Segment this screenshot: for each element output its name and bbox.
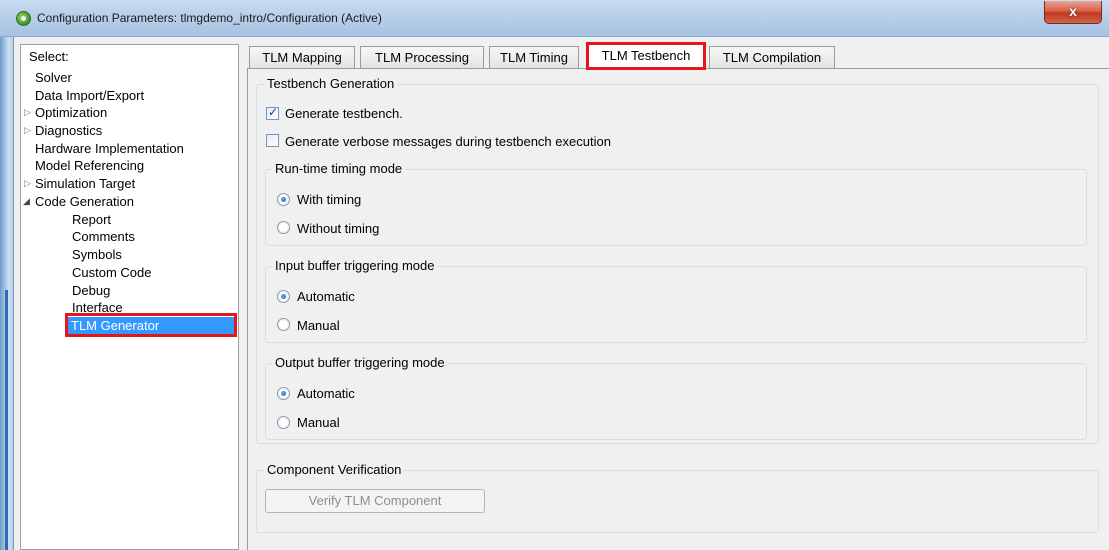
tab-tlm-timing[interactable]: TLM Timing [489, 46, 579, 68]
title-bar[interactable]: Configuration Parameters: tlmgdemo_intro… [0, 0, 1109, 37]
tab-tlm-testbench[interactable]: TLM Testbench [586, 42, 706, 70]
with-timing-radio[interactable] [277, 193, 290, 206]
tab-tlm-compilation[interactable]: TLM Compilation [709, 46, 835, 68]
tree-item-report[interactable]: Report [72, 211, 111, 228]
chevron-right-icon[interactable]: ▷ [24, 104, 31, 121]
tree-item-hardware-implementation[interactable]: Hardware Implementation [35, 140, 184, 157]
output-automatic-radio[interactable] [277, 387, 290, 400]
close-button[interactable]: x [1044, 1, 1102, 24]
app-icon [16, 11, 31, 26]
without-timing-label: Without timing [297, 221, 380, 236]
verbose-messages-checkbox[interactable] [266, 134, 279, 147]
runtime-timing-group [265, 169, 1087, 246]
input-automatic-label: Automatic [297, 289, 355, 304]
tree-item-symbols[interactable]: Symbols [72, 246, 122, 263]
output-buffer-group [265, 363, 1087, 440]
tab-tlm-mapping[interactable]: TLM Mapping [249, 46, 355, 68]
generate-testbench-label: Generate testbench. [285, 106, 403, 121]
tree-item-custom-code[interactable]: Custom Code [72, 264, 151, 281]
tree-item-diagnostics[interactable]: Diagnostics [35, 122, 102, 139]
input-buffer-group [265, 266, 1087, 343]
tab-tlm-processing[interactable]: TLM Processing [360, 46, 484, 68]
input-buffer-title: Input buffer triggering mode [272, 258, 438, 273]
tree-item-data-import-export[interactable]: Data Import/Export [35, 87, 144, 104]
output-manual-label: Manual [297, 415, 340, 430]
window-left-border [0, 0, 14, 550]
input-manual-label: Manual [297, 318, 340, 333]
verify-tlm-component-button[interactable]: Verify TLM Component [265, 489, 485, 513]
output-automatic-label: Automatic [297, 386, 355, 401]
tree-item-comments[interactable]: Comments [72, 228, 135, 245]
output-manual-radio[interactable] [277, 416, 290, 429]
with-timing-label: With timing [297, 192, 362, 207]
testbench-generation-title: Testbench Generation [264, 76, 398, 91]
generate-testbench-checkbox[interactable] [266, 105, 279, 120]
input-manual-radio[interactable] [277, 318, 290, 331]
verbose-messages-label: Generate verbose messages during testben… [285, 134, 611, 149]
chevron-right-icon[interactable]: ▷ [24, 175, 31, 192]
window-title: Configuration Parameters: tlmgdemo_intro… [37, 11, 382, 25]
tree-item-solver[interactable]: Solver [35, 69, 72, 86]
tree-item-model-referencing[interactable]: Model Referencing [35, 157, 144, 174]
input-automatic-radio[interactable] [277, 290, 290, 303]
tree-header: Select: [29, 49, 69, 64]
window-left-accent [5, 290, 8, 550]
chevron-down-icon[interactable]: ◢ [23, 193, 30, 210]
tree-item-code-generation[interactable]: Code Generation [35, 193, 134, 210]
without-timing-radio[interactable] [277, 221, 290, 234]
tree-item-debug[interactable]: Debug [72, 282, 110, 299]
chevron-right-icon[interactable]: ▷ [24, 122, 31, 139]
output-buffer-title: Output buffer triggering mode [272, 355, 448, 370]
component-verification-title: Component Verification [264, 462, 405, 477]
tree-item-simulation-target[interactable]: Simulation Target [35, 175, 135, 192]
tree-item-optimization[interactable]: Optimization [35, 104, 107, 121]
tree-highlight-box [65, 313, 237, 337]
runtime-timing-title: Run-time timing mode [272, 161, 406, 176]
